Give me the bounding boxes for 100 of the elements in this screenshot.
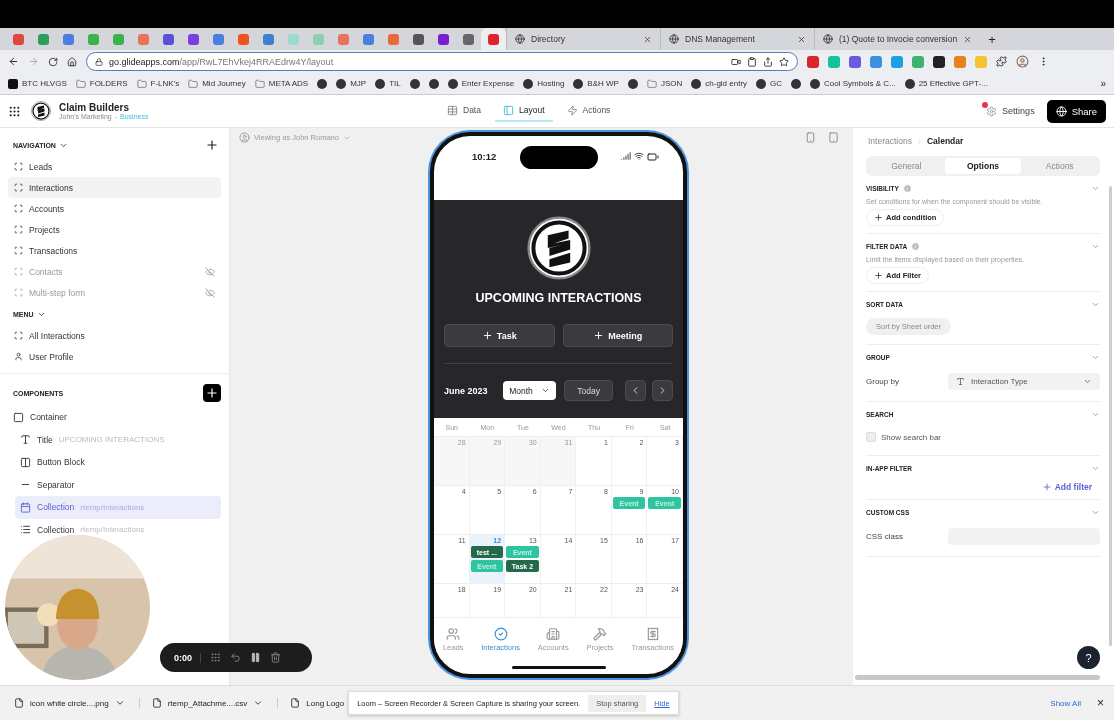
download-item[interactable]: Long Logo bbox=[290, 698, 345, 708]
nav-item[interactable]: Interactions bbox=[8, 177, 221, 198]
checkbox[interactable] bbox=[866, 432, 876, 442]
app-title: Claim Builders bbox=[59, 102, 131, 113]
new-tab-button[interactable]: + bbox=[988, 31, 996, 47]
component-item[interactable]: Separator bbox=[15, 473, 221, 496]
more-bookmarks[interactable]: » bbox=[1100, 78, 1106, 89]
actions-icon bbox=[566, 104, 578, 116]
component-item[interactable]: Title UPCOMING INTERACTIONS bbox=[15, 428, 221, 451]
bookmark[interactable]: TIL bbox=[375, 78, 401, 89]
circle-icon bbox=[904, 78, 915, 89]
menu-item[interactable]: All Interactions bbox=[8, 325, 221, 346]
next-button[interactable] bbox=[652, 380, 673, 401]
circle-icon bbox=[627, 78, 638, 89]
avatar-icon[interactable] bbox=[1016, 55, 1029, 68]
component-item[interactable]: Collection rtemp/Interactions bbox=[15, 496, 221, 519]
info-icon bbox=[902, 183, 912, 193]
status-time: 10:12 bbox=[472, 151, 497, 162]
mode-tab[interactable]: Actions bbox=[558, 100, 619, 122]
bookmark[interactable]: ch-gld entry bbox=[691, 78, 748, 89]
bookmark-icon[interactable] bbox=[317, 78, 328, 89]
add-component-button[interactable] bbox=[203, 384, 221, 402]
circle-icon bbox=[336, 78, 347, 89]
component-item[interactable]: Button Block bbox=[15, 451, 221, 474]
home-icon bbox=[67, 56, 77, 67]
action-button[interactable]: Task bbox=[444, 324, 555, 347]
pause-icon[interactable] bbox=[250, 652, 261, 663]
bookmark[interactable]: B&H WP bbox=[573, 78, 619, 89]
nav-item[interactable]: Transactions bbox=[8, 240, 221, 261]
bookmark[interactable]: MJP bbox=[336, 78, 367, 89]
nav-item[interactable]: Accounts bbox=[8, 198, 221, 219]
plus-icon bbox=[481, 330, 493, 341]
component-item[interactable]: Container bbox=[8, 406, 221, 429]
bookmark-icon[interactable] bbox=[791, 78, 802, 89]
mode-tab[interactable]: Layout bbox=[494, 100, 553, 122]
circle-icon bbox=[523, 78, 534, 89]
group-select[interactable]: Interaction Type bbox=[948, 373, 1100, 390]
close-icon bbox=[963, 34, 973, 44]
bookmark[interactable]: META ADS bbox=[254, 78, 309, 89]
show-all-link[interactable]: Show All bbox=[1050, 698, 1081, 708]
extension-icon[interactable] bbox=[933, 55, 945, 68]
file-icon bbox=[151, 698, 162, 708]
calendar-icon bbox=[20, 501, 31, 513]
bookmark[interactable]: Hosting bbox=[523, 78, 565, 89]
grid-icon bbox=[210, 652, 221, 663]
chevron-down-icon bbox=[541, 386, 551, 395]
back-icon bbox=[8, 56, 19, 67]
bookmark[interactable]: JSON bbox=[646, 78, 683, 89]
star-icon bbox=[779, 56, 789, 67]
share-button[interactable]: Share bbox=[1046, 99, 1106, 123]
close-button[interactable]: × bbox=[1097, 696, 1104, 710]
previous-button[interactable] bbox=[625, 380, 646, 401]
brand-logo bbox=[526, 216, 591, 280]
today-button[interactable]: Today bbox=[564, 380, 613, 401]
breadcrumb-item[interactable]: Interactions bbox=[868, 136, 912, 146]
address-bar[interactable]: go.glideapps.com/app/RwL7EhVkej4RRAEdrw4Y/layout bbox=[86, 52, 798, 71]
circle-icon bbox=[573, 78, 584, 89]
building-icon bbox=[546, 626, 561, 641]
download-item[interactable]: rtemp_Attachme....csv bbox=[151, 698, 279, 708]
bookmark[interactable]: 25 Effective GPT-... bbox=[904, 78, 988, 89]
bookmark-icon[interactable] bbox=[409, 78, 420, 89]
action-button[interactable]: Meeting bbox=[562, 324, 673, 347]
pinned-tab[interactable] bbox=[481, 28, 506, 50]
bookmark-icon[interactable] bbox=[428, 78, 439, 89]
view-select[interactable]: Month bbox=[503, 381, 557, 400]
text-type-icon bbox=[956, 377, 965, 386]
bookmark[interactable]: F-LNK's bbox=[136, 78, 180, 89]
settings-button[interactable]: Settings bbox=[986, 105, 1035, 117]
square-icon bbox=[13, 411, 24, 423]
circle-icon bbox=[791, 78, 802, 89]
mode-tab[interactable]: Data bbox=[439, 100, 489, 122]
help-button[interactable]: ? bbox=[1077, 646, 1100, 669]
menu-item[interactable]: User Profile bbox=[8, 346, 221, 367]
globe-icon bbox=[1055, 105, 1067, 117]
month-label: June 2023 bbox=[444, 385, 489, 396]
component-item[interactable]: Collection rtemp/Interactions bbox=[15, 518, 221, 541]
folder-icon bbox=[254, 78, 265, 89]
bookmark-icon[interactable] bbox=[627, 78, 638, 89]
download-item[interactable]: icon white circle....png bbox=[14, 698, 140, 708]
trash-icon bbox=[270, 652, 281, 663]
bookmark[interactable]: GC bbox=[756, 78, 783, 89]
bookmark[interactable]: Enter Expense bbox=[447, 78, 515, 89]
tablet-icon bbox=[828, 132, 839, 143]
bookmark[interactable]: Mid Journey bbox=[188, 78, 246, 89]
text-lines-icon bbox=[20, 434, 31, 446]
bookmark[interactable]: FOLDERS bbox=[75, 78, 128, 89]
reload-icon bbox=[48, 56, 58, 67]
panel-tab[interactable]: Options bbox=[944, 158, 1022, 174]
chevron-right-icon bbox=[915, 137, 923, 145]
lock-icon bbox=[95, 57, 103, 66]
info-icon bbox=[911, 241, 921, 251]
nav-item[interactable]: Projects bbox=[8, 219, 221, 240]
signal-icon bbox=[621, 151, 631, 161]
bookmark[interactable]: Cool Symbols & C... bbox=[810, 78, 896, 89]
frame-icon bbox=[14, 225, 23, 234]
url-text: go.glideapps.com/app/RwL7EhVkej4RRAEdrw4Y/layout bbox=[109, 56, 335, 67]
bookmark[interactable]: BTC HLVGS bbox=[8, 78, 67, 89]
plus-icon bbox=[874, 213, 883, 222]
add-filter-link[interactable]: Add filter bbox=[1041, 482, 1092, 492]
nav-item[interactable]: Leads bbox=[8, 156, 221, 177]
